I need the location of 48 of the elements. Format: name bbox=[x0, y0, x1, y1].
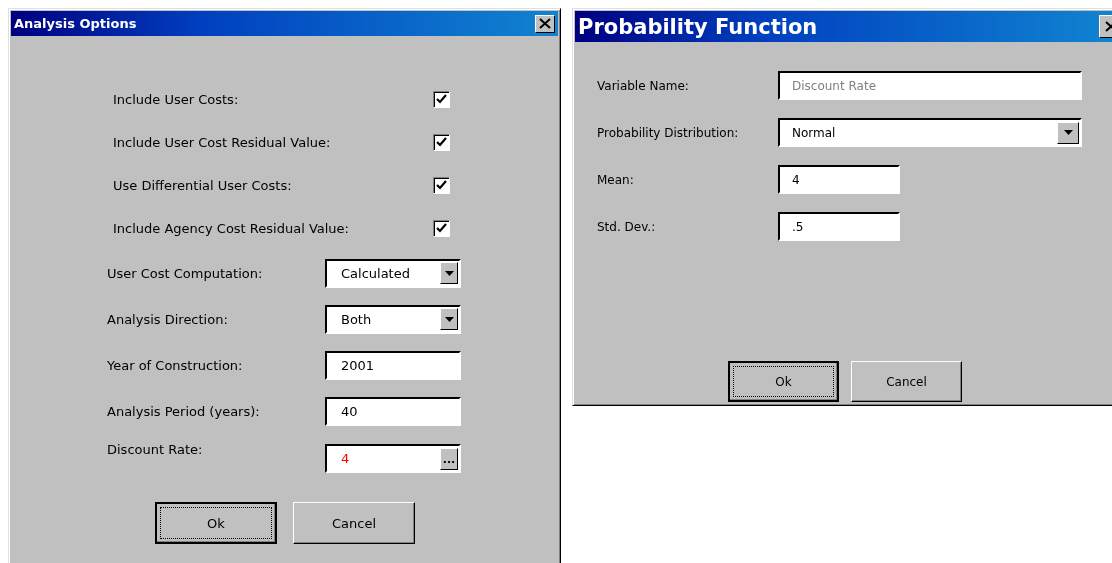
input-field[interactable]: 4 ... bbox=[325, 444, 461, 473]
dropdown-value: Calculated bbox=[341, 265, 410, 281]
field-label: Probability Distribution: bbox=[597, 125, 740, 140]
field-label: Discount Rate: bbox=[107, 442, 204, 457]
field-label: Year of Construction: bbox=[107, 357, 244, 373]
input-field[interactable]: 4 bbox=[778, 165, 900, 194]
caret-icon bbox=[444, 316, 454, 322]
field-label: Include User Cost Residual Value: bbox=[113, 135, 332, 150]
field-label: Use Differential User Costs: bbox=[113, 178, 293, 193]
dropdown-arrow-button[interactable] bbox=[440, 262, 458, 284]
caret-icon bbox=[444, 270, 454, 276]
input-field[interactable]: 2001 bbox=[325, 350, 461, 380]
checkbox[interactable] bbox=[433, 220, 450, 237]
checkmark-icon bbox=[436, 137, 447, 148]
field-label: Std. Dev.: bbox=[597, 219, 657, 234]
field-label: Mean: bbox=[597, 172, 635, 187]
field-value: 4 bbox=[341, 451, 350, 466]
dropdown[interactable]: Normal bbox=[778, 118, 1082, 147]
checkbox[interactable] bbox=[433, 177, 450, 194]
close-icon bbox=[539, 18, 551, 29]
browse-button[interactable]: ... bbox=[440, 447, 458, 470]
caret-icon bbox=[1063, 130, 1073, 135]
field-label: Include Agency Cost Residual Value: bbox=[113, 221, 350, 236]
dropdown-arrow-button[interactable] bbox=[1057, 121, 1079, 144]
dropdown-value: Both bbox=[341, 311, 372, 327]
input-field[interactable]: .5 bbox=[778, 212, 900, 241]
field-label: Analysis Period (years): bbox=[107, 403, 261, 419]
field-label: Analysis Direction: bbox=[107, 311, 229, 327]
checkbox[interactable] bbox=[433, 134, 450, 151]
field-label: Include User Costs: bbox=[113, 92, 240, 107]
checkmark-icon bbox=[436, 223, 447, 234]
ok-button[interactable]: Ok bbox=[155, 502, 277, 544]
field-label: User Cost Computation: bbox=[107, 265, 264, 281]
checkbox[interactable] bbox=[433, 91, 450, 108]
ok-button[interactable]: Ok bbox=[728, 361, 839, 402]
dropdown-value: Normal bbox=[792, 125, 836, 140]
cancel-button[interactable]: Cancel bbox=[293, 502, 415, 544]
checkmark-icon bbox=[436, 94, 447, 105]
field-label: Variable Name: bbox=[597, 78, 690, 93]
dropdown[interactable]: Both bbox=[325, 304, 461, 334]
input-field[interactable]: 40 bbox=[325, 396, 461, 426]
dropdown-arrow-button[interactable] bbox=[440, 308, 458, 330]
window-title: Analysis Options bbox=[14, 16, 137, 31]
cancel-button[interactable]: Cancel bbox=[851, 361, 962, 402]
checkmark-icon bbox=[436, 180, 447, 191]
dropdown[interactable]: Calculated bbox=[325, 258, 461, 288]
window-title: Probability Function bbox=[578, 14, 818, 39]
close-button[interactable] bbox=[535, 14, 555, 33]
